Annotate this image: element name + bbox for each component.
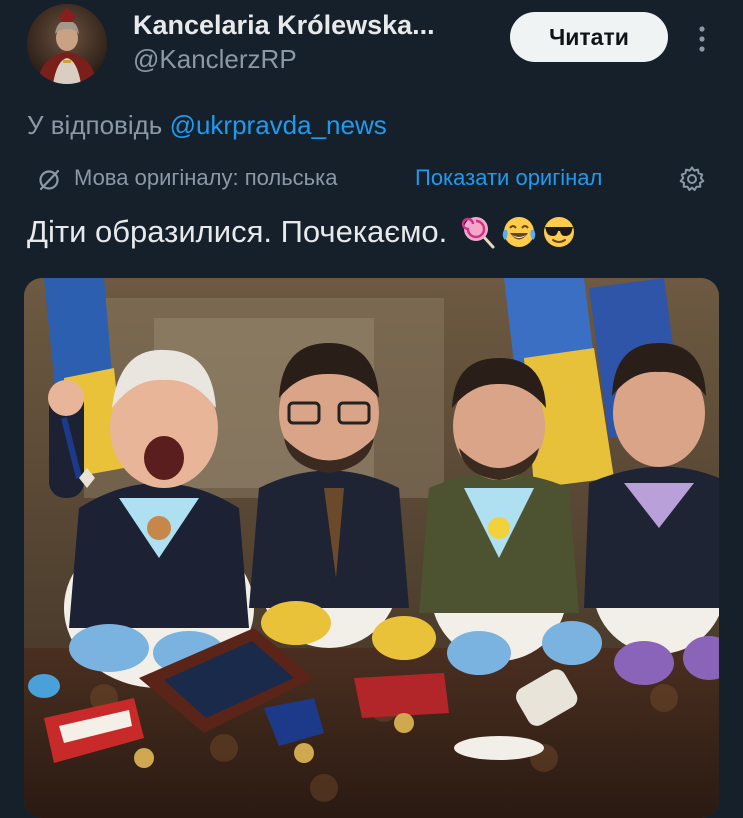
follow-button[interactable]: Читати (510, 12, 668, 62)
reply-prefix: У відповідь (27, 110, 170, 140)
translate-slash-icon (39, 169, 60, 191)
translation-bar: Мова оригіналу: польська Показати оригін… (36, 165, 716, 195)
lollipop-emoji-icon (462, 217, 495, 249)
more-vertical-icon[interactable] (692, 24, 712, 54)
tears-of-joy-emoji-icon (503, 217, 536, 247)
original-language-label: Мова оригіналу: польська (74, 165, 338, 190)
tweet-media-image[interactable] (24, 278, 719, 818)
avatar-portrait-image (27, 4, 107, 84)
reply-mention-link[interactable]: @ukrpravda_news (170, 110, 387, 140)
tweet-body-text: Діти образилися. Почекаємо. (27, 214, 448, 249)
sunglasses-emoji-icon (544, 217, 575, 247)
display-name[interactable]: Kancelaria Królewska... (133, 10, 435, 41)
attached-photo (24, 278, 719, 818)
avatar[interactable] (27, 4, 107, 84)
tweet-header: Kancelaria Królewska... @KanclerzRP Чита… (0, 0, 743, 96)
reply-context: У відповідь @ukrpravda_news (27, 110, 387, 141)
user-handle[interactable]: @KanclerzRP (133, 44, 297, 75)
tweet-text: Діти образилися. Почекаємо. (27, 214, 577, 250)
gear-icon[interactable] (678, 165, 706, 193)
show-original-link[interactable]: Показати оригінал (415, 165, 602, 191)
